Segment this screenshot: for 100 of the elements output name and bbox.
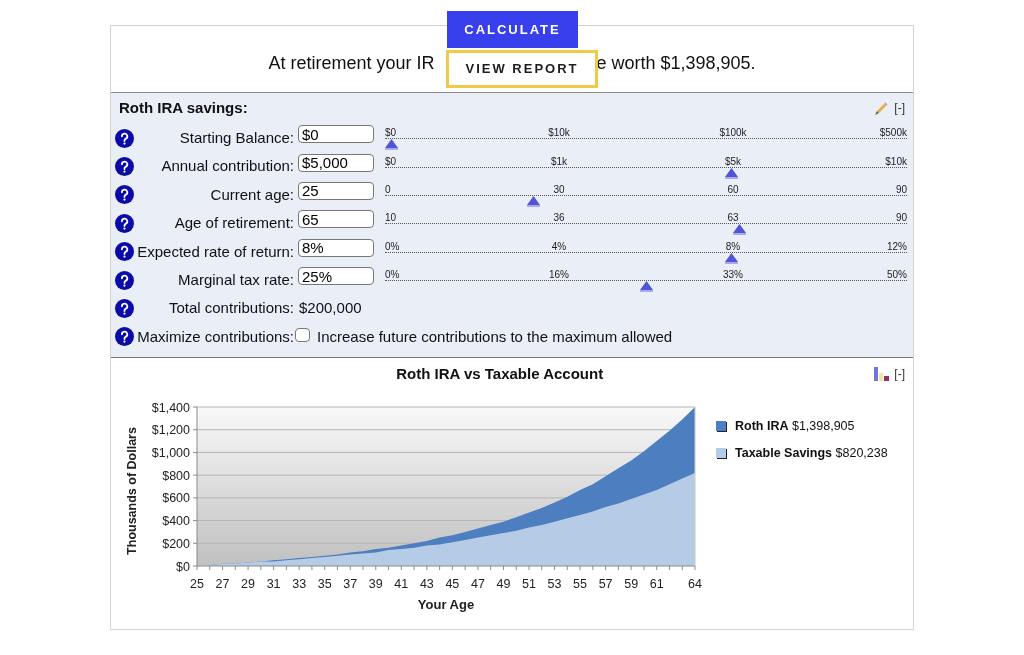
value-field[interactable]: 8%	[298, 238, 374, 257]
scale-label: 33%	[723, 269, 743, 281]
checkbox[interactable]	[295, 327, 310, 342]
axis-tick-label: 45	[445, 577, 460, 592]
axis-tick-label: 35	[317, 577, 332, 592]
slider-thumb[interactable]	[732, 224, 746, 236]
scale-label: 60	[727, 183, 739, 195]
field-label: Starting Balance:	[179, 127, 294, 148]
axis-tick-label: $1,200	[151, 423, 190, 438]
axis-tick-label: 61	[649, 577, 664, 592]
field-label: Annual contribution:	[161, 156, 294, 177]
axis-tick-label: 33	[292, 577, 307, 592]
axis-tick-label: $400	[162, 514, 190, 529]
axis-tick-label: 29	[241, 577, 256, 592]
axis-tick-label: 47	[470, 577, 485, 592]
total-value: $200,000	[299, 298, 362, 319]
collapse-toggle[interactable]: [-]	[894, 99, 905, 117]
scale-label: 0%	[385, 240, 400, 252]
slider-track[interactable]	[385, 280, 907, 292]
axis-title: Your Age	[417, 597, 475, 613]
field-label: Age of retirement:	[174, 213, 294, 234]
scale-label: 0%	[385, 269, 400, 281]
help-icon[interactable]	[115, 213, 134, 233]
axis-tick-label: 51	[522, 577, 536, 592]
scale-label: 8%	[725, 240, 741, 252]
slider-track[interactable]	[385, 251, 907, 263]
scale-label: 4%	[551, 240, 567, 252]
slider-thumb[interactable]	[639, 281, 653, 293]
axis-tick-label: $200	[162, 536, 190, 551]
axis-tick-label: $800	[162, 468, 190, 483]
slider-track[interactable]	[385, 138, 907, 150]
help-icon[interactable]	[115, 157, 134, 177]
value-field[interactable]: $0	[298, 125, 374, 144]
legend-label: Taxable Savings $820,238	[735, 444, 888, 462]
scale-label: $500k	[879, 127, 907, 139]
slider-thumb[interactable]	[724, 167, 738, 179]
scale-label: 90	[895, 183, 907, 195]
value-field[interactable]: 25	[298, 181, 374, 200]
slider-track[interactable]	[385, 194, 907, 206]
bar-chart-icon[interactable]	[874, 367, 891, 382]
field-label: Maximize contributions:	[137, 326, 294, 347]
axis-title: Thousands of Dollars	[125, 427, 140, 555]
scale-label: 12%	[887, 240, 907, 252]
axis-tick-label: 27	[215, 577, 230, 592]
axis-tick-label: 25	[190, 577, 204, 592]
slider-track[interactable]	[385, 223, 907, 235]
collapse-toggle[interactable]: [-]	[894, 365, 905, 384]
axis-tick-label: 41	[394, 577, 409, 592]
scale-label: 10	[385, 212, 397, 224]
axis-tick-label: $600	[162, 491, 190, 506]
calculate-button[interactable]: CALCULATE	[447, 11, 578, 48]
slider-thumb[interactable]	[385, 139, 398, 151]
scale-label: $1k	[550, 155, 568, 167]
scale-label: 63	[727, 212, 739, 224]
summary-text: At retirement your IR	[268, 52, 435, 75]
field-label: Total contributions:	[168, 298, 294, 319]
axis-tick-label: 59	[624, 577, 639, 592]
axis-tick-label: 31	[266, 577, 281, 592]
help-icon[interactable]	[115, 270, 134, 290]
scale-label: $10k	[548, 127, 570, 139]
axis-tick-label: 64	[688, 577, 702, 592]
slider-track[interactable]	[385, 166, 907, 178]
field-label: Marginal tax rate:	[178, 269, 294, 290]
scale-label: $10k	[885, 155, 907, 167]
value-field[interactable]: 25%	[298, 267, 374, 286]
help-icon[interactable]	[115, 299, 134, 319]
checkbox-label: Increase future contributions to the maximum allowed	[317, 326, 673, 347]
scale-label: $100k	[719, 127, 747, 139]
scale-label: $0	[385, 155, 397, 167]
axis-tick-label: 49	[496, 577, 511, 592]
scale-label: $0	[385, 127, 397, 139]
help-icon[interactable]	[115, 185, 134, 205]
value-field[interactable]: $5,000	[298, 153, 374, 172]
axis-tick-label: 43	[419, 577, 434, 592]
help-icon[interactable]	[115, 327, 134, 347]
scale-label: 16%	[549, 269, 569, 281]
scale-label: 90	[895, 212, 907, 224]
section-title: Roth IRA savings:	[119, 97, 248, 118]
report-button[interactable]: VIEW REPORT	[446, 50, 598, 88]
axis-tick-label: 57	[598, 577, 613, 592]
value-field[interactable]: 65	[298, 210, 374, 229]
field-label: Expected rate of return:	[137, 241, 294, 262]
help-icon[interactable]	[115, 128, 134, 148]
scale-label: 30	[553, 183, 565, 195]
scale-label: 36	[553, 212, 565, 224]
axis-tick-label: 53	[547, 577, 562, 592]
chart-title: Roth IRA vs Taxable Account	[396, 363, 604, 384]
slider-thumb[interactable]	[724, 252, 738, 264]
axis-tick-label: $1,400	[151, 400, 190, 415]
help-icon[interactable]	[115, 242, 134, 262]
axis-tick-label: 55	[573, 577, 588, 592]
axis-tick-label: $1,000	[151, 446, 190, 461]
axis-tick-label: $0	[176, 559, 190, 574]
axis-tick-label: 39	[368, 577, 383, 592]
scale-label: $5k	[724, 155, 742, 167]
slider-thumb[interactable]	[526, 195, 540, 207]
scale-label: 0	[385, 183, 391, 195]
axis-tick-label: 37	[343, 577, 358, 592]
legend-label: Roth IRA $1,398,905	[735, 418, 855, 436]
scale-label: 50%	[887, 269, 907, 281]
